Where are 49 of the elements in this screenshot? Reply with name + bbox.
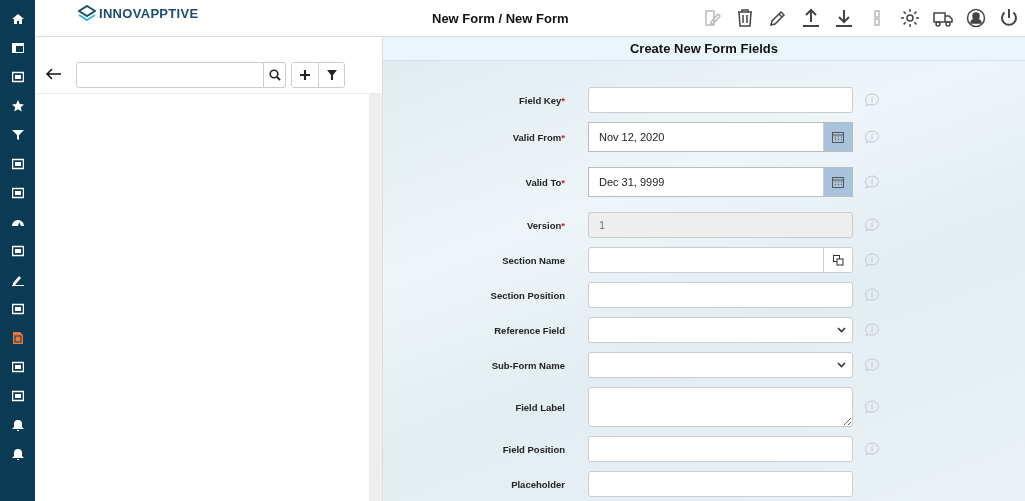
field-label: Placeholder xyxy=(510,478,566,490)
plus-icon xyxy=(300,70,310,80)
bell-icon xyxy=(11,418,24,431)
bell-icon xyxy=(11,447,24,460)
search-icon[interactable] xyxy=(268,69,281,81)
chevron-icon xyxy=(837,362,846,368)
field-label: Section Name xyxy=(501,254,566,266)
star-icon xyxy=(11,99,24,112)
filter-button[interactable] xyxy=(318,63,344,87)
arrow-left-icon xyxy=(46,68,62,80)
filter-icon xyxy=(11,128,24,141)
back-button[interactable] xyxy=(45,68,63,82)
page-title: New Form / New Form xyxy=(432,10,569,26)
upload-icon xyxy=(801,8,821,28)
trash-icon xyxy=(735,8,755,28)
field-label: Valid To* xyxy=(524,176,566,188)
home-icon xyxy=(11,12,24,25)
pencil-icon xyxy=(11,273,24,286)
scrollbar[interactable] xyxy=(369,94,382,501)
copy-icon xyxy=(832,254,844,266)
document-icon xyxy=(11,331,24,344)
power-icon xyxy=(999,8,1019,28)
filter-icon xyxy=(326,70,337,80)
field-label: Sub-Form Name xyxy=(490,359,566,371)
user-icon xyxy=(966,8,986,28)
lookup-button[interactable] xyxy=(823,248,852,272)
field-label: Version* xyxy=(525,219,566,231)
field-label: Reference Field xyxy=(493,324,566,336)
field-label: Field Position xyxy=(501,443,566,455)
input-field[interactable] xyxy=(588,471,853,497)
pencil-icon xyxy=(768,8,788,28)
settings-icon xyxy=(900,8,920,28)
input-field[interactable] xyxy=(588,282,853,308)
field-label: Field Label xyxy=(514,401,566,413)
download-icon xyxy=(834,8,854,28)
input-field[interactable] xyxy=(588,87,853,113)
chevron-icon xyxy=(837,327,846,333)
logo-icon xyxy=(78,5,96,21)
logo-text: INNOVAPPTIVE xyxy=(99,5,199,21)
input-field: 1 xyxy=(588,212,853,238)
search-field[interactable] xyxy=(76,62,264,88)
field-label: Valid From* xyxy=(511,131,566,143)
input-field[interactable] xyxy=(588,247,853,273)
edit-document-icon xyxy=(702,8,722,28)
input-field[interactable] xyxy=(588,436,853,462)
field-label: Field Key* xyxy=(518,94,566,106)
form-title: Create New Form Fields xyxy=(383,37,1025,61)
field-label: Section Position xyxy=(489,289,566,301)
layout-icon xyxy=(11,41,24,54)
